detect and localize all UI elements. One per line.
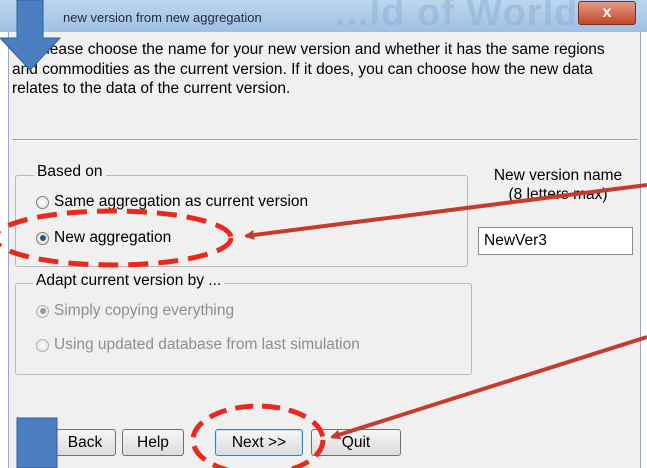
radio-same-aggregation-label: Same aggregation as current version [54, 193, 309, 210]
close-button[interactable]: x [578, 1, 636, 25]
radio-updated-database-indicator[interactable] [36, 338, 49, 352]
radio-copy-everything-label: Simply copying everything [54, 302, 235, 319]
version-name-label-line1: New version name [493, 167, 623, 184]
help-button[interactable]: Help [122, 429, 184, 456]
adapt-group [15, 283, 472, 375]
radio-new-aggregation-label: New aggregation [54, 229, 172, 246]
background-title-fragment: ...ld of World [335, 0, 579, 34]
radio-copy-everything[interactable]: Simply copying everything [36, 302, 234, 320]
separator [12, 139, 638, 141]
radio-same-aggregation[interactable]: Same aggregation as current version [36, 193, 308, 211]
adapt-group-title: Adapt current version by ... [33, 272, 225, 290]
window-title: new version from new aggregation [63, 10, 262, 25]
version-name-label-line2: (8 letters max) [508, 186, 608, 203]
radio-copy-everything-indicator[interactable] [36, 304, 49, 318]
back-button[interactable]: Back [54, 429, 116, 456]
version-name-input[interactable] [478, 227, 633, 255]
window-titlebar[interactable]: ...ld of World new version from new aggr… [0, 0, 647, 34]
radio-new-aggregation-indicator[interactable] [36, 231, 49, 245]
next-button[interactable]: Next >> [215, 429, 303, 456]
radio-new-aggregation[interactable]: New aggregation [36, 229, 171, 247]
based-on-group-title: Based on [34, 163, 106, 181]
quit-button[interactable]: Quit [311, 429, 401, 456]
radio-updated-database-label: Using updated database from last simulat… [54, 336, 360, 353]
radio-same-aggregation-indicator[interactable] [36, 195, 49, 209]
intro-text: Please choose the name for your new vers… [12, 41, 605, 97]
version-name-label: New version name (8 letters max) [483, 166, 633, 204]
based-on-group [15, 175, 468, 267]
radio-updated-database[interactable]: Using updated database from last simulat… [36, 336, 360, 354]
